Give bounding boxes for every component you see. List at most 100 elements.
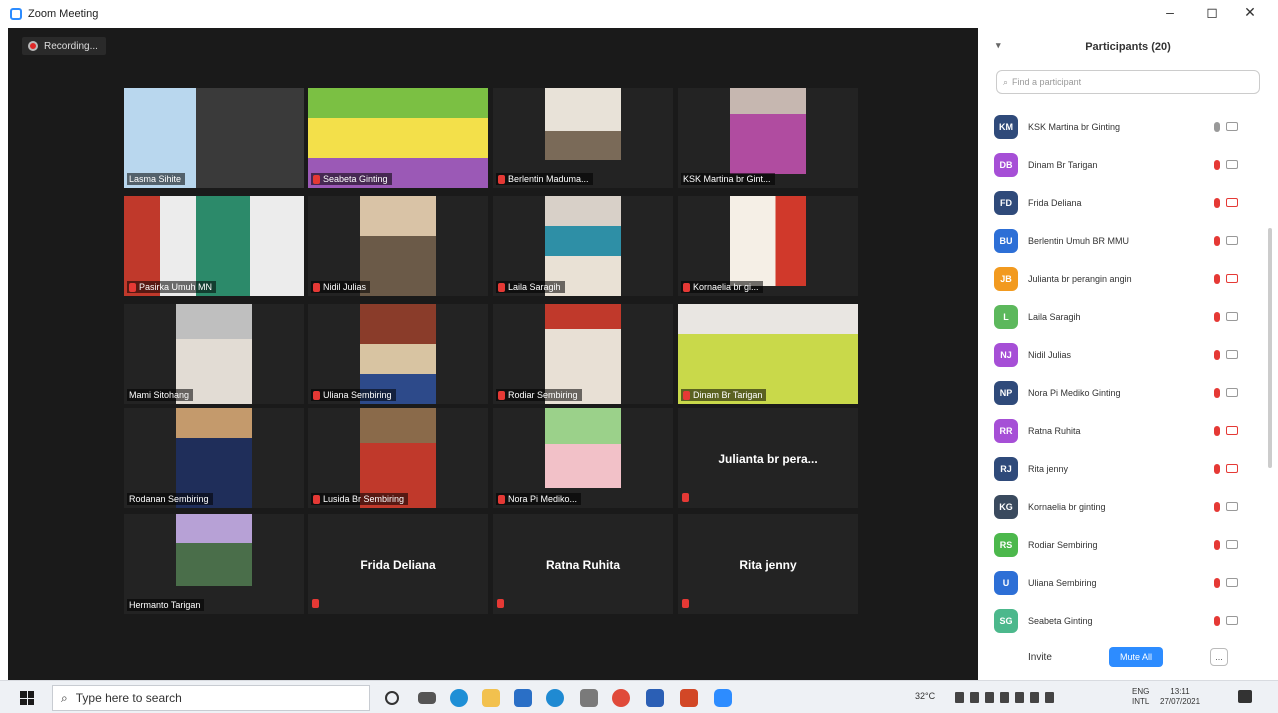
video-tile[interactable]: KSK Martina br Gint... <box>678 88 858 188</box>
video-icon[interactable] <box>1226 160 1238 169</box>
participant-row[interactable]: BU Berlentin Umuh BR MMU <box>978 222 1268 260</box>
recording-indicator[interactable]: Recording... <box>22 37 106 55</box>
muted-mic-icon[interactable] <box>1214 616 1220 626</box>
video-tile[interactable]: Nidil Julias <box>308 196 488 296</box>
more-options-button[interactable]: ... <box>1210 648 1228 666</box>
system-tray-icons[interactable] <box>955 692 1054 703</box>
taskbar-clock[interactable]: 13:11 27/07/2021 <box>1160 687 1200 707</box>
video-tile[interactable]: Rita jenny <box>678 514 858 614</box>
video-tile[interactable]: Lusida Br Sembiring <box>308 408 488 508</box>
weather-temperature[interactable]: 32°C <box>915 691 935 701</box>
video-tile[interactable]: Rodiar Sembiring <box>493 304 673 404</box>
participant-row[interactable]: RS Rodiar Sembiring <box>978 526 1268 564</box>
onedrive-icon[interactable] <box>970 692 979 703</box>
close-button[interactable]: ✕ <box>1230 4 1270 21</box>
zoom-taskbar-icon[interactable] <box>714 689 732 707</box>
video-tile[interactable]: Kornaelia br gi... <box>678 196 858 296</box>
taskbar-search-box[interactable]: ⌕ Type here to search <box>52 685 370 711</box>
participant-list-scrollbar[interactable] <box>1268 228 1272 468</box>
participant-row[interactable]: DB Dinam Br Tarigan <box>978 146 1268 184</box>
invite-button[interactable]: Invite <box>1028 652 1052 663</box>
video-icon[interactable] <box>1226 350 1238 359</box>
video-tile[interactable]: Seabeta Ginting <box>308 88 488 188</box>
muted-mic-icon[interactable] <box>1214 160 1220 170</box>
video-icon[interactable] <box>1226 122 1238 131</box>
muted-mic-icon[interactable] <box>1214 464 1220 474</box>
participant-row[interactable]: RJ Rita jenny <box>978 450 1268 488</box>
maximize-button[interactable]: ◻ <box>1192 4 1232 21</box>
file-explorer-icon[interactable] <box>482 689 500 707</box>
video-tile[interactable]: Lasma Sihite <box>124 88 304 188</box>
participant-row[interactable]: FD Frida Deliana <box>978 184 1268 222</box>
video-off-icon[interactable] <box>1226 426 1238 435</box>
network-icon[interactable] <box>1000 692 1009 703</box>
participant-row[interactable]: NP Nora Pi Mediko Ginting <box>978 374 1268 412</box>
camera-icon[interactable] <box>580 689 598 707</box>
participant-row[interactable]: NJ Nidil Julias <box>978 336 1268 374</box>
video-tile[interactable]: Julianta br pera... <box>678 408 858 508</box>
muted-mic-icon[interactable] <box>1214 578 1220 588</box>
chrome-icon[interactable] <box>612 689 630 707</box>
avatar: FD <box>994 191 1018 215</box>
volume-icon[interactable] <box>1045 692 1054 703</box>
video-tile[interactable]: Nora Pi Mediko... <box>493 408 673 508</box>
mute-all-button[interactable]: Mute All <box>1109 647 1163 667</box>
store-icon[interactable] <box>514 689 532 707</box>
muted-mic-icon[interactable] <box>1214 388 1220 398</box>
video-icon[interactable] <box>1226 540 1238 549</box>
video-icon[interactable] <box>1226 312 1238 321</box>
video-tile[interactable]: Pasirka Umuh MN <box>124 196 304 296</box>
participant-row[interactable]: RR Ratna Ruhita <box>978 412 1268 450</box>
participant-row[interactable]: L Laila Saragih <box>978 298 1268 336</box>
muted-mic-icon <box>312 599 319 608</box>
muted-mic-icon[interactable] <box>1214 198 1220 208</box>
task-view-icon[interactable] <box>418 692 436 704</box>
video-icon[interactable] <box>1226 502 1238 511</box>
participant-row[interactable]: JB Julianta br perangin angin <box>978 260 1268 298</box>
muted-mic-icon[interactable] <box>1214 502 1220 512</box>
participant-search-input[interactable]: ⌕ Find a participant <box>996 70 1260 94</box>
video-tile[interactable]: Berlentin Maduma... <box>493 88 673 188</box>
video-off-icon[interactable] <box>1226 464 1238 473</box>
video-tile[interactable]: Dinam Br Tarigan <box>678 304 858 404</box>
chevron-up-icon[interactable] <box>955 692 964 703</box>
video-tile[interactable]: Frida Deliana <box>308 514 488 614</box>
participant-row[interactable]: U Uliana Sembiring <box>978 564 1268 602</box>
video-icon[interactable] <box>1226 616 1238 625</box>
muted-mic-icon[interactable] <box>1214 350 1220 360</box>
participant-row[interactable]: SG Seabeta Ginting <box>978 602 1268 640</box>
powerpoint-icon[interactable] <box>680 689 698 707</box>
video-icon[interactable] <box>1226 236 1238 245</box>
minimize-button[interactable]: – <box>1150 4 1190 20</box>
mic-icon[interactable] <box>1214 122 1220 132</box>
notification-icon[interactable] <box>1238 690 1252 703</box>
edge-browser-icon[interactable] <box>450 689 468 707</box>
video-tile[interactable]: Uliana Sembiring <box>308 304 488 404</box>
chevron-down-icon[interactable]: ▾ <box>996 40 1001 51</box>
muted-mic-icon[interactable] <box>1214 274 1220 284</box>
video-tile[interactable]: Mami Sitohang <box>124 304 304 404</box>
participant-row[interactable]: KM KSK Martina br Ginting <box>978 108 1268 146</box>
microphone-icon[interactable] <box>985 692 994 703</box>
wifi-icon[interactable] <box>1030 692 1039 703</box>
muted-mic-icon[interactable] <box>1214 426 1220 436</box>
messenger-icon[interactable] <box>546 689 564 707</box>
word-icon[interactable] <box>646 689 664 707</box>
video-icon[interactable] <box>1226 578 1238 587</box>
video-tile[interactable]: Hermanto Tarigan <box>124 514 304 614</box>
video-off-icon[interactable] <box>1226 274 1238 283</box>
cortana-icon[interactable] <box>385 691 399 705</box>
muted-mic-icon[interactable] <box>1214 312 1220 322</box>
video-tile[interactable]: Laila Saragih <box>493 196 673 296</box>
video-off-icon[interactable] <box>1226 198 1238 207</box>
video-tile[interactable]: Rodanan Sembiring <box>124 408 304 508</box>
video-tile[interactable]: Ratna Ruhita <box>493 514 673 614</box>
battery-icon[interactable] <box>1015 692 1024 703</box>
input-language[interactable]: ENG INTL <box>1132 687 1149 707</box>
video-icon[interactable] <box>1226 388 1238 397</box>
participant-row[interactable]: KG Kornaelia br ginting <box>978 488 1268 526</box>
participant-name: Rodiar Sembiring <box>508 390 578 400</box>
windows-start-icon[interactable] <box>20 691 34 705</box>
muted-mic-icon[interactable] <box>1214 236 1220 246</box>
muted-mic-icon[interactable] <box>1214 540 1220 550</box>
